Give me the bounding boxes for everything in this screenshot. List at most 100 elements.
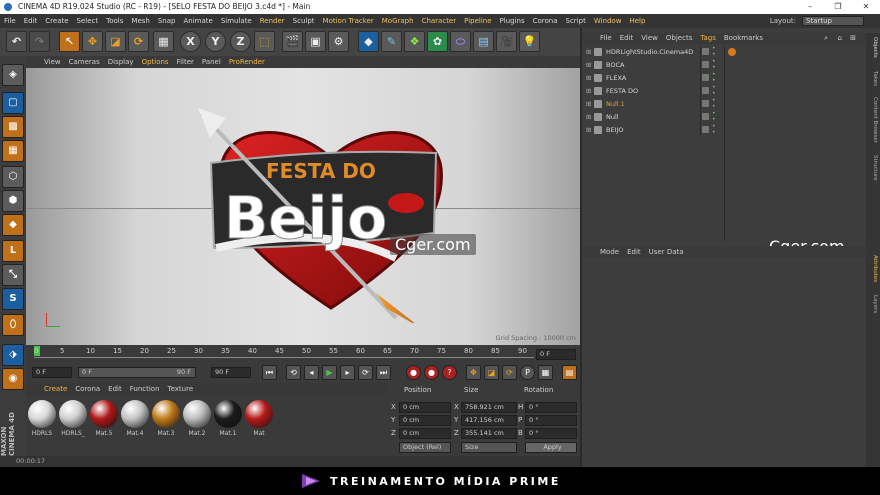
texture-mode-icon[interactable]: ▩ <box>2 116 24 138</box>
visibility-check-icon[interactable] <box>702 61 709 68</box>
make-editable-icon[interactable]: ◈ <box>2 64 24 86</box>
expand-icon[interactable]: ⊞ <box>586 124 591 136</box>
3d-viewport[interactable]: FESTA DO Beijo Cger.com Grid Spacing : 1… <box>26 68 580 345</box>
preview-range-slider[interactable]: 0 F 90 F <box>78 367 196 378</box>
start-frame-field[interactable]: 0 F <box>32 367 72 378</box>
end-frame-field[interactable]: 90 F <box>211 367 251 378</box>
menu-character[interactable]: Character <box>418 14 461 28</box>
current-frame-field[interactable]: 0 F <box>536 349 576 360</box>
side-tab-objects[interactable]: Objects <box>868 37 878 58</box>
expand-icon[interactable]: ⊞ <box>586 59 591 71</box>
deformer-icon[interactable]: ⬭ <box>450 31 471 52</box>
edges-mode-icon[interactable]: ⬢ <box>2 190 24 212</box>
keyframe-selection-icon[interactable]: ? <box>442 365 457 380</box>
key-position-icon[interactable]: ✥ <box>466 365 481 380</box>
menu-create[interactable]: Create <box>41 14 72 28</box>
redo-icon[interactable]: ↷ <box>29 31 50 52</box>
menu-simulate[interactable]: Simulate <box>217 14 256 28</box>
object-row[interactable]: ⊞ Null.1 • • <box>584 98 866 110</box>
size-x-field[interactable]: 758.921 cm <box>461 402 517 413</box>
editor-render-dots-icon[interactable]: • • <box>712 111 716 123</box>
locked-workplane-icon[interactable]: ⬯ <box>2 314 24 336</box>
apply-button[interactable]: Apply <box>525 442 577 453</box>
subdivision-icon[interactable]: ❖ <box>404 31 425 52</box>
material-swatch[interactable]: Mat.1 <box>214 400 242 440</box>
attr-menu-edit[interactable]: Edit <box>623 248 645 256</box>
material-swatch[interactable]: Mat.3 <box>152 400 180 440</box>
object-menu-view[interactable]: View <box>637 34 662 42</box>
minimize-button[interactable]: – <box>796 0 824 14</box>
select-arrow-icon[interactable]: ↖ <box>59 31 80 52</box>
object-menu-bookmarks[interactable]: Bookmarks <box>720 34 767 42</box>
object-row[interactable]: ⊞ BEIJO • • <box>584 124 866 136</box>
coordinate-system-icon[interactable]: ⬚ <box>254 31 275 52</box>
material-swatch[interactable]: HDRLS_ <box>59 400 87 440</box>
menu-script[interactable]: Script <box>562 14 590 28</box>
material-menu-function[interactable]: Function <box>126 385 164 393</box>
editor-render-dots-icon[interactable]: • • <box>712 124 716 136</box>
size-y-field[interactable]: 417.156 cm <box>461 415 517 426</box>
side-tab-content-browser[interactable]: Content Browser <box>868 97 878 143</box>
menu-file[interactable]: File <box>0 14 20 28</box>
rot-b-field[interactable]: 0 ° <box>525 428 577 439</box>
snap-icon[interactable]: S <box>2 288 24 310</box>
visibility-check-icon[interactable] <box>702 74 709 81</box>
axis-x-button[interactable]: X <box>180 31 201 52</box>
home-icon[interactable]: ⌂ <box>834 33 846 44</box>
size-z-field[interactable]: 355.141 cm <box>461 428 517 439</box>
material-swatch[interactable]: Mat.4 <box>121 400 149 440</box>
planar-workplane-icon[interactable]: ⬗ <box>2 344 24 366</box>
expand-icon[interactable]: ⊞ <box>586 111 591 123</box>
material-menu-edit[interactable]: Edit <box>104 385 126 393</box>
material-swatch[interactable]: Mat.5 <box>90 400 118 440</box>
object-row[interactable]: ⊞ FLEXA • • <box>584 72 866 84</box>
cloner-icon[interactable]: ✿ <box>427 31 448 52</box>
polygons-mode-icon[interactable]: ◆ <box>2 214 24 236</box>
menu-sculpt[interactable]: Sculpt <box>289 14 319 28</box>
editor-render-dots-icon[interactable]: • • <box>712 59 716 71</box>
material-menu-texture[interactable]: Texture <box>164 385 198 393</box>
viewport-menu-prorender[interactable]: ProRender <box>225 58 269 66</box>
expand-icon[interactable]: ⊞ <box>586 98 591 110</box>
next-frame-icon[interactable]: ▸ <box>340 365 355 380</box>
viewport-menu-view[interactable]: View <box>40 58 65 66</box>
viewport-menu-panel[interactable]: Panel <box>198 58 225 66</box>
move-icon[interactable]: ✥ <box>82 31 103 52</box>
visibility-check-icon[interactable] <box>702 100 709 107</box>
floor-icon[interactable]: ▤ <box>473 31 494 52</box>
axis-y-button[interactable]: Y <box>205 31 226 52</box>
search-icon[interactable]: ⌕ <box>820 33 832 44</box>
maximize-button[interactable]: ❐ <box>824 0 852 14</box>
visibility-check-icon[interactable] <box>702 87 709 94</box>
menu-pipeline[interactable]: Pipeline <box>460 14 495 28</box>
layout-select[interactable]: Startup <box>802 16 864 26</box>
render-picture-viewer-icon[interactable]: ▣ <box>305 31 326 52</box>
expand-icon[interactable]: ⊞ <box>586 85 591 97</box>
expand-icon[interactable]: ⊞ <box>586 72 591 84</box>
record-icon[interactable]: ● <box>406 365 421 380</box>
close-button[interactable]: ✕ <box>852 0 880 14</box>
visibility-check-icon[interactable] <box>702 126 709 133</box>
visibility-check-icon[interactable] <box>702 48 709 55</box>
coordinate-mode-select[interactable]: Object (Rel) <box>399 442 451 453</box>
menu-plugins[interactable]: Plugins <box>496 14 529 28</box>
side-tab-layers[interactable]: Layers <box>868 295 878 313</box>
render-view-icon[interactable]: 🎬 <box>282 31 303 52</box>
rotate-icon[interactable]: ⟳ <box>128 31 149 52</box>
object-menu-edit[interactable]: Edit <box>616 34 638 42</box>
camera-icon[interactable]: 🎥 <box>496 31 517 52</box>
viewport-menu-options[interactable]: Options <box>138 58 173 66</box>
menu-edit[interactable]: Edit <box>20 14 42 28</box>
recent-tools-icon[interactable]: ▦ <box>153 31 174 52</box>
goto-start-icon[interactable]: ⏮ <box>262 365 277 380</box>
axis-mode-icon[interactable]: L <box>2 240 24 262</box>
material-swatch[interactable]: Mat <box>245 400 273 440</box>
material-swatch[interactable]: Mat.2 <box>183 400 211 440</box>
menu-corona[interactable]: Corona <box>529 14 562 28</box>
object-row[interactable]: ⊞ BOCA • • <box>584 59 866 71</box>
prev-key-icon[interactable]: ⟲ <box>286 365 301 380</box>
editor-render-dots-icon[interactable]: • • <box>712 98 716 110</box>
material-menu-corona[interactable]: Corona <box>71 385 104 393</box>
pen-spline-icon[interactable]: ✎ <box>381 31 402 52</box>
menu-tools[interactable]: Tools <box>102 14 127 28</box>
